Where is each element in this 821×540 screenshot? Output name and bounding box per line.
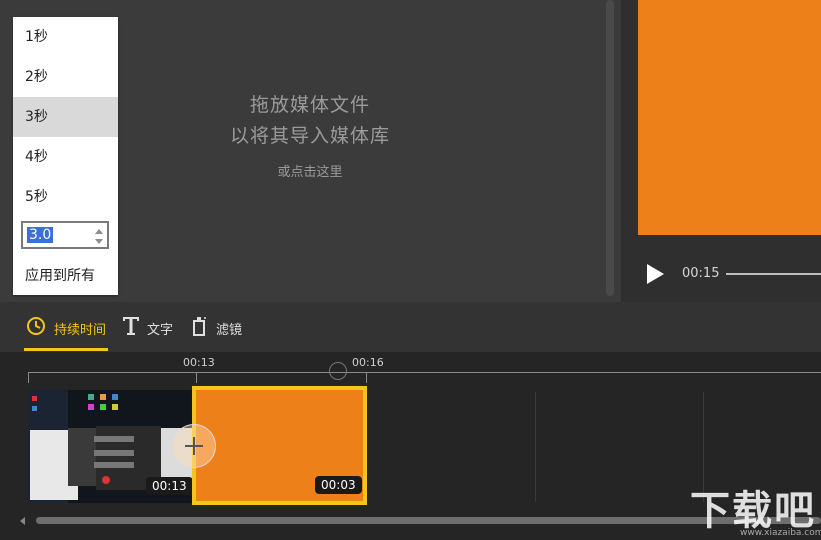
duration-input-value: 3.0 [27,227,54,243]
ruler-tick [196,373,197,383]
current-time: 00:15 [682,266,720,281]
preview-canvas [638,0,821,235]
ruler-label-1: 00:13 [183,356,215,369]
clip-duration-badge: 00:03 [315,476,362,494]
play-icon [647,264,664,284]
duration-dropdown: 1秒 2秒 3秒 4秒 5秒 3.0 应用到所有 [13,17,118,295]
seek-bar[interactable] [726,273,821,275]
ruler-tick [366,373,367,383]
media-library-scrollbar[interactable] [606,0,614,296]
duration-option-4[interactable]: 4秒 [13,137,118,177]
tab-filter-label: 滤镜 [216,323,243,338]
watermark-url: www.xiazaiba.com [740,528,821,538]
ruler-tick [28,373,29,383]
filter-icon [192,315,208,337]
add-transition-button[interactable] [172,424,216,468]
track-divider [535,392,536,502]
apply-to-all-button[interactable]: 应用到所有 [25,265,95,285]
spin-up-icon[interactable] [95,229,103,234]
clock-icon [26,316,46,336]
playhead-handle[interactable] [329,362,347,380]
text-icon [121,314,141,336]
ruler-label-2: 00:16 [352,356,384,369]
timeline-clip-screenshot[interactable]: 00:13 [28,390,193,503]
timeline-clip-color[interactable]: 00:03 [192,386,367,505]
drop-hint-line1: 拖放媒体文件 [249,94,370,116]
click-here-link[interactable]: 或点击这里 [210,161,410,180]
clip-duration-badge: 00:13 [146,477,193,495]
duration-option-5[interactable]: 5秒 [13,177,118,217]
plus-icon [185,437,203,455]
drop-hint-line2: 以将其导入媒体库 [229,125,390,147]
tab-text-label: 文字 [147,323,174,338]
duration-option-3[interactable]: 3秒 [13,97,118,137]
spin-down-icon[interactable] [95,239,103,244]
timeline-ruler [28,372,821,373]
play-button[interactable] [644,262,668,286]
drop-hint: 拖放媒体文件 以将其导入媒体库 或点击这里 [210,90,410,180]
active-tab-indicator [24,348,108,351]
duration-option-2[interactable]: 2秒 [13,57,118,97]
duration-input[interactable]: 3.0 [21,221,109,249]
scroll-left-arrow-icon[interactable] [20,517,25,525]
tab-duration-label: 持续时间 [54,323,107,338]
duration-option-1[interactable]: 1秒 [13,17,118,57]
